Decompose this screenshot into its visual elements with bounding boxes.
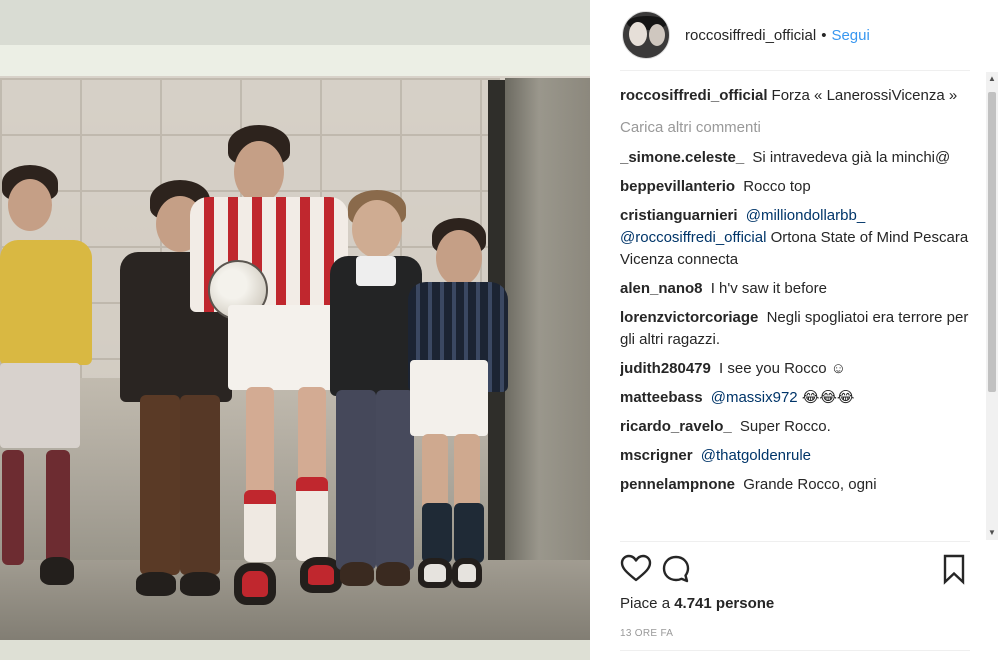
- post-caption: roccosiffredi_official Forza « LanerossiV…: [620, 85, 970, 107]
- actions-divider: [620, 541, 970, 542]
- photo-top-border: [0, 0, 590, 50]
- comment-username[interactable]: beppevillanterio: [620, 178, 735, 195]
- comment-mention[interactable]: @roccosiffredi_official: [620, 229, 766, 246]
- caption-username[interactable]: roccosiffredi_official: [620, 87, 768, 104]
- comment-username[interactable]: _simone.celeste_: [620, 149, 744, 166]
- bottom-divider: [620, 650, 970, 651]
- comment-username[interactable]: pennelampnone: [620, 476, 735, 493]
- comment-username[interactable]: judith280479: [620, 360, 711, 377]
- comment-text: Grande Rocco, ogni: [743, 476, 877, 493]
- comment-item: beppevillanterio Rocco top: [620, 176, 970, 198]
- comment-bubble-icon[interactable]: [660, 553, 692, 585]
- comment-username[interactable]: alen_nano8: [620, 280, 703, 297]
- child-yellow-sweater: [0, 165, 100, 605]
- post-sidebar: roccosiffredi_official • Segui roccosiff…: [590, 0, 1000, 660]
- comment-item: mscrigner @thatgoldenrule: [620, 445, 970, 467]
- caption-text: Forza « LanerossiVicenza »: [771, 87, 958, 104]
- comment-text: I h'v saw it before: [710, 280, 827, 297]
- comment-mention[interactable]: @massix972: [711, 389, 798, 406]
- scroll-down-arrow-icon[interactable]: ▼: [986, 526, 998, 540]
- photo-top-border-light: [0, 45, 590, 78]
- comment-item: _simone.celeste_ Si intravedeva già la m…: [620, 147, 970, 169]
- heart-icon[interactable]: [620, 553, 652, 585]
- likes-number[interactable]: 4.741 persone: [674, 595, 774, 612]
- post-photo[interactable]: [0, 0, 590, 660]
- comment-item: matteebass @massix972 😂😂😂: [620, 387, 970, 409]
- likes-count[interactable]: Piace a 4.741 persone: [620, 595, 774, 612]
- comment-username[interactable]: mscrigner: [620, 447, 693, 464]
- comment-item: pennelampnone Grande Rocco, ogni: [620, 474, 970, 496]
- scroll-up-arrow-icon[interactable]: ▲: [986, 72, 998, 86]
- post-header: roccosiffredi_official • Segui: [590, 0, 1000, 70]
- load-more-comments-button[interactable]: Carica altri commenti: [620, 117, 970, 139]
- comments-scrollbar[interactable]: ▲ ▼: [986, 72, 998, 540]
- header-divider: [620, 70, 970, 71]
- scrollbar-thumb[interactable]: [988, 92, 996, 392]
- photo-bottom-border: [0, 640, 590, 660]
- comment-item: alen_nano8 I h'v saw it before: [620, 278, 970, 300]
- comments-list[interactable]: roccosiffredi_official Forza « LanerossiV…: [620, 85, 970, 539]
- child-striped-jersey: [180, 125, 350, 615]
- comment-mention[interactable]: @thatgoldenrule: [701, 447, 811, 464]
- comment-username[interactable]: cristianguarnieri: [620, 207, 738, 224]
- comment-mention[interactable]: @milliondollarbb_: [746, 207, 865, 224]
- likes-prefix: Piace a: [620, 595, 675, 612]
- comment-item: ricardo_ravelo_ Super Rocco.: [620, 416, 970, 438]
- comment-text: Si intravedeva già la minchi@: [752, 149, 951, 166]
- comment-text: Rocco top: [743, 178, 811, 195]
- post-actions: [620, 553, 972, 587]
- bookmark-icon[interactable]: [938, 553, 970, 585]
- comment-text: I see you Rocco ☺: [719, 360, 847, 377]
- comment-username[interactable]: matteebass: [620, 389, 703, 406]
- post-author-username[interactable]: roccosiffredi_official: [685, 27, 816, 44]
- door: [505, 78, 590, 598]
- header-separator: •: [821, 26, 827, 44]
- comment-item: cristianguarnieri @milliondollarbb_ @roc…: [620, 205, 970, 271]
- follow-button[interactable]: Segui: [831, 27, 869, 44]
- comment-text: Super Rocco.: [739, 418, 831, 435]
- avatar[interactable]: [622, 11, 670, 59]
- comment-item: lorenzvictorcoriage Negli spogliatoi era…: [620, 307, 970, 351]
- comment-text: 😂😂😂: [801, 389, 855, 406]
- child-dark-striped-jersey: [408, 218, 508, 598]
- comment-username[interactable]: ricardo_ravelo_: [620, 418, 732, 435]
- comment-username[interactable]: lorenzvictorcoriage: [620, 309, 758, 326]
- comment-item: judith280479 I see you Rocco ☺: [620, 358, 970, 380]
- post-timestamp[interactable]: 13 ORE FA: [620, 628, 673, 639]
